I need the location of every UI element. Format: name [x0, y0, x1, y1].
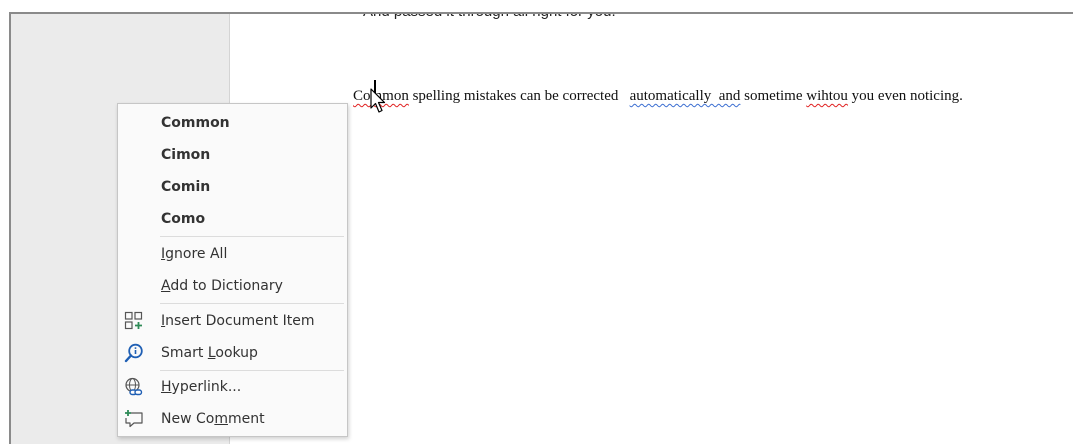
suggestion-como[interactable]: Como	[118, 204, 347, 234]
ignore-all-label: Ignore All	[161, 246, 228, 262]
paragraph-text: you even noticing.	[847, 88, 963, 104]
paragraph-text: spelling mistakes can be corrected	[408, 88, 630, 104]
mouse-pointer-icon	[370, 88, 386, 113]
smart-lookup-icon	[124, 343, 143, 363]
insert-document-item-menu-item[interactable]: Insert Document Item	[118, 306, 347, 336]
insert-document-item-label: Insert Document Item	[161, 313, 315, 329]
paragraph-text: sometime	[740, 88, 807, 104]
grammar-flag-automatically[interactable]: automatically and	[630, 88, 741, 104]
menu-separator	[160, 236, 344, 237]
new-comment-label: New Comment	[161, 411, 265, 427]
suggestion-label: Como	[161, 211, 206, 227]
suggestion-label: Cimon	[161, 147, 211, 163]
new-comment-menu-item[interactable]: New Comment	[118, 404, 347, 434]
menu-separator	[160, 303, 344, 304]
insert-document-item-icon	[124, 311, 143, 330]
ignore-all-menu-item[interactable]: Ignore All	[118, 239, 347, 269]
misspelled-word-wihtou[interactable]: wihtou	[806, 88, 848, 104]
suggestion-cimon[interactable]: Cimon	[118, 140, 347, 170]
suggestion-common[interactable]: Common	[118, 108, 347, 138]
menu-separator	[160, 370, 344, 371]
suggestion-label: Common	[161, 115, 230, 131]
document-paragraph[interactable]: Common spelling mistakes can be correcte…	[353, 88, 963, 105]
hyperlink-icon	[125, 377, 143, 396]
new-comment-icon	[125, 410, 143, 428]
smart-lookup-menu-item[interactable]: Smart Lookup	[118, 338, 347, 368]
hyperlink-label: Hyperlink...	[161, 379, 242, 395]
add-to-dictionary-label: Add to Dictionary	[161, 278, 283, 294]
suggestion-comin[interactable]: Comin	[118, 172, 347, 202]
hyperlink-menu-item[interactable]: Hyperlink...	[118, 372, 347, 402]
suggestion-label: Comin	[161, 179, 211, 195]
smart-lookup-label: Smart Lookup	[161, 345, 258, 361]
add-to-dictionary-menu-item[interactable]: Add to Dictionary	[118, 271, 347, 301]
document-line-cut: And passed it through all right for you.	[363, 14, 616, 20]
spelling-context-menu: Common Cimon Comin Como Ignore All Add t…	[117, 103, 348, 437]
document-page[interactable]: And passed it through all right for you.…	[230, 14, 1073, 444]
